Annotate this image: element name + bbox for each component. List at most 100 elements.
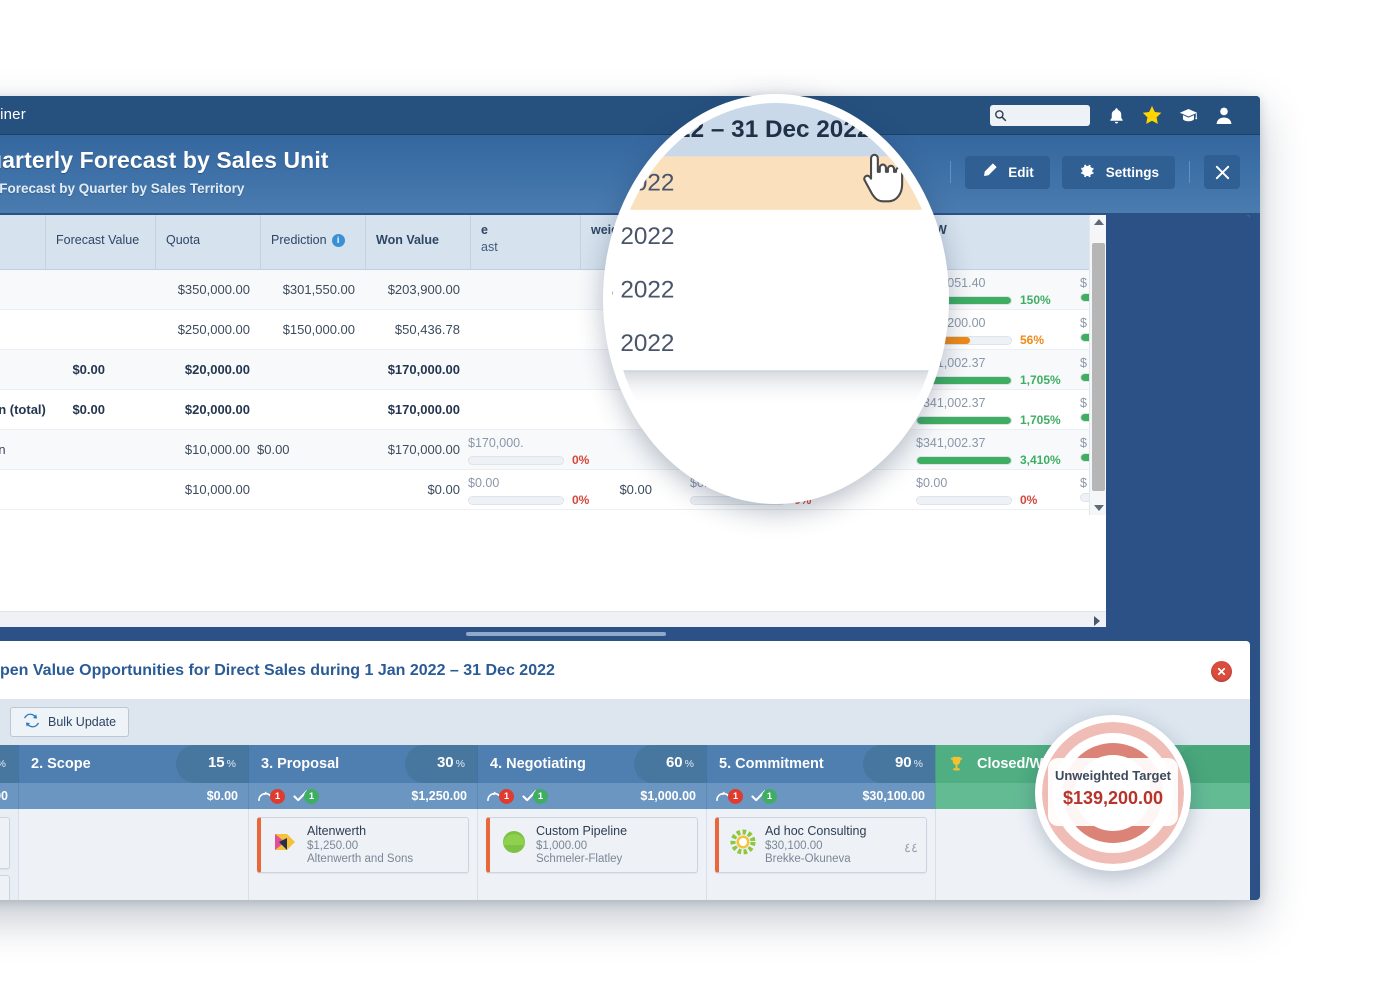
dropdown-option-q4[interactable]: Q4 2022	[603, 317, 949, 370]
target-value: $139,200.00	[1042, 788, 1184, 809]
card-org: Altenwerth and Sons	[307, 853, 460, 865]
panel-splitter[interactable]	[0, 627, 1250, 641]
column-probability: 60%	[634, 745, 706, 783]
column-title: 3. Proposal	[261, 756, 339, 772]
column-header[interactable]: 2. Scope 15%	[18, 745, 248, 783]
search-input[interactable]	[1007, 110, 1081, 122]
close-pipeline-button[interactable]	[1211, 661, 1232, 682]
column-body[interactable]: Altenwerth $1,250.00 Altenwerth and Sons	[248, 809, 477, 900]
search-box[interactable]	[990, 105, 1090, 126]
column-sum: $0.00	[207, 789, 238, 803]
grid-col-forecast-sub: ast	[481, 240, 570, 254]
scroll-down-arrow[interactable]	[1094, 505, 1104, 511]
gear-icon	[1078, 162, 1096, 183]
column-summary: 1 1 $1,000.00	[477, 783, 706, 809]
bulk-update-label: Bulk Update	[48, 715, 116, 729]
completed-count: 1	[533, 789, 548, 804]
splitter-grip[interactable]	[466, 632, 666, 636]
grid-col-quota-label: Quota	[166, 233, 200, 247]
opportunity-card[interactable]: Ad hoc Consulting $30,100.00 Brekke-Okun…	[715, 817, 927, 873]
column-body[interactable]: uilding egros	[0, 809, 18, 900]
graduation-cap-icon[interactable]	[1170, 96, 1206, 135]
dropdown-option-q3[interactable]: Q3 2022	[603, 263, 949, 316]
settings-button[interactable]: Settings	[1062, 155, 1175, 189]
grid-col-prediction-label: Prediction	[271, 233, 327, 247]
pipeline-column-contact: act 25% $106,850.00 uilding e	[0, 745, 18, 900]
favorites-button[interactable]	[1134, 96, 1170, 135]
row-forecast-value: $0.00	[45, 402, 105, 417]
scroll-up-arrow[interactable]	[1094, 219, 1104, 225]
column-header[interactable]: 5. Commitment 90%	[706, 745, 935, 783]
completed-count: 1	[762, 789, 777, 804]
grid-col-prediction[interactable]: Prediction i	[260, 215, 365, 270]
column-title: 2. Scope	[31, 756, 91, 772]
lens-content: 1 Jan 2022 – 31 Dec 2022 1 Jan 2022 – 31…	[603, 94, 949, 504]
edit-button[interactable]: Edit	[965, 155, 1050, 189]
page-subtitle: y Forecast by Quarter by Sales Territory	[0, 181, 244, 196]
opportunity-card[interactable]: uilding egros	[0, 817, 10, 869]
scroll-right-arrow[interactable]	[1094, 616, 1100, 626]
probability-symbol: %	[685, 758, 694, 770]
probability-value: 90	[895, 754, 912, 771]
column-header[interactable]: 3. Proposal 30%	[248, 745, 477, 783]
pipeline-column-commitment: 5. Commitment 90% 1 1 $30,100.00	[706, 745, 935, 900]
pencil-icon	[981, 162, 998, 182]
row-prediction: $0.00	[257, 442, 312, 457]
notifications-button[interactable]	[1098, 96, 1134, 135]
column-header[interactable]: 4. Negotiating 60%	[477, 745, 706, 783]
opportunity-card-2[interactable]	[0, 875, 10, 900]
column-probability: 30%	[405, 745, 477, 783]
column-body[interactable]	[18, 809, 248, 900]
grid-vertical-scrollbar[interactable]	[1089, 215, 1106, 515]
row-open-unweighted: $341,002.37 3,410%	[916, 436, 1092, 467]
grid-col-name[interactable]	[0, 215, 45, 270]
opportunity-card[interactable]: Altenwerth $1,250.00 Altenwerth and Sons	[257, 817, 469, 873]
row-won-value: $170,000.00	[352, 402, 460, 417]
overdue-count: 1	[499, 789, 514, 804]
grid-horizontal-scrollbar[interactable]	[0, 611, 1106, 627]
close-panel-button[interactable]	[1204, 155, 1240, 189]
grid-col-forecast-value[interactable]: Forecast Value	[45, 215, 155, 270]
user-account-button[interactable]	[1206, 96, 1242, 135]
account-icon	[271, 828, 299, 856]
mouse-cursor-pointer	[860, 152, 905, 207]
column-sum: $1,250.00	[411, 789, 467, 803]
column-summary: $106,850.00	[0, 783, 18, 809]
probability-value: 60	[666, 754, 683, 771]
period-dropdown-list[interactable]: 1 Jan 2022 – 31 Dec 2022 Q1 2022 Q2 2022…	[603, 101, 949, 372]
option-label: Q2 2022	[603, 223, 674, 251]
row-quota: $10,000.00	[152, 482, 250, 497]
column-body[interactable]: Custom Pipeline $1,000.00 Schmeler-Flatl…	[477, 809, 706, 900]
column-title: 5. Commitment	[719, 756, 824, 772]
option-label: Q3 2022	[603, 276, 674, 304]
grid-col-quota[interactable]: Quota	[155, 215, 260, 270]
probability-value: 15	[208, 754, 225, 771]
dropdown-option-q2[interactable]: Q2 2022	[603, 210, 949, 263]
row-won-value: $170,000.00	[362, 442, 460, 457]
row-open-unweighted: $341,002.37 1,705%	[916, 356, 1092, 387]
bulk-update-button[interactable]: Bulk Update	[10, 707, 129, 737]
info-icon[interactable]: i	[332, 234, 345, 247]
edit-label: Edit	[1008, 165, 1034, 180]
column-body[interactable]: Ad hoc Consulting $30,100.00 Brekke-Okun…	[706, 809, 935, 900]
dropdown-option-full-year[interactable]: 1 Jan 2022 – 31 Dec 2022	[603, 103, 949, 156]
column-header[interactable]: act 25%	[0, 745, 18, 783]
probability-symbol: %	[0, 758, 6, 770]
card-value: $1,000.00	[536, 840, 689, 852]
scrollbar-thumb[interactable]	[1092, 243, 1105, 491]
column-sum: $1,000.00	[640, 789, 696, 803]
divider-2	[1189, 161, 1190, 183]
column-probability: 25%	[0, 745, 18, 783]
row-won-value: $203,900.00	[362, 282, 460, 297]
progress-pct: 56%	[1020, 333, 1044, 347]
column-summary: 1 1 $1,250.00	[248, 783, 477, 809]
progress-pct: 1,705%	[1020, 373, 1061, 387]
open-value: $341,002.37	[916, 436, 1092, 450]
row-prediction: $150,000.00	[257, 322, 355, 337]
opportunity-card[interactable]: Custom Pipeline $1,000.00 Schmeler-Flatl…	[486, 817, 698, 873]
grid-col-won-value[interactable]: Won Value	[365, 215, 470, 270]
probability-symbol: %	[914, 758, 923, 770]
column-sum: $30,100.00	[862, 789, 925, 803]
progress-bar-mid	[468, 456, 564, 465]
grid-col-forecast[interactable]: e ast	[470, 215, 580, 270]
